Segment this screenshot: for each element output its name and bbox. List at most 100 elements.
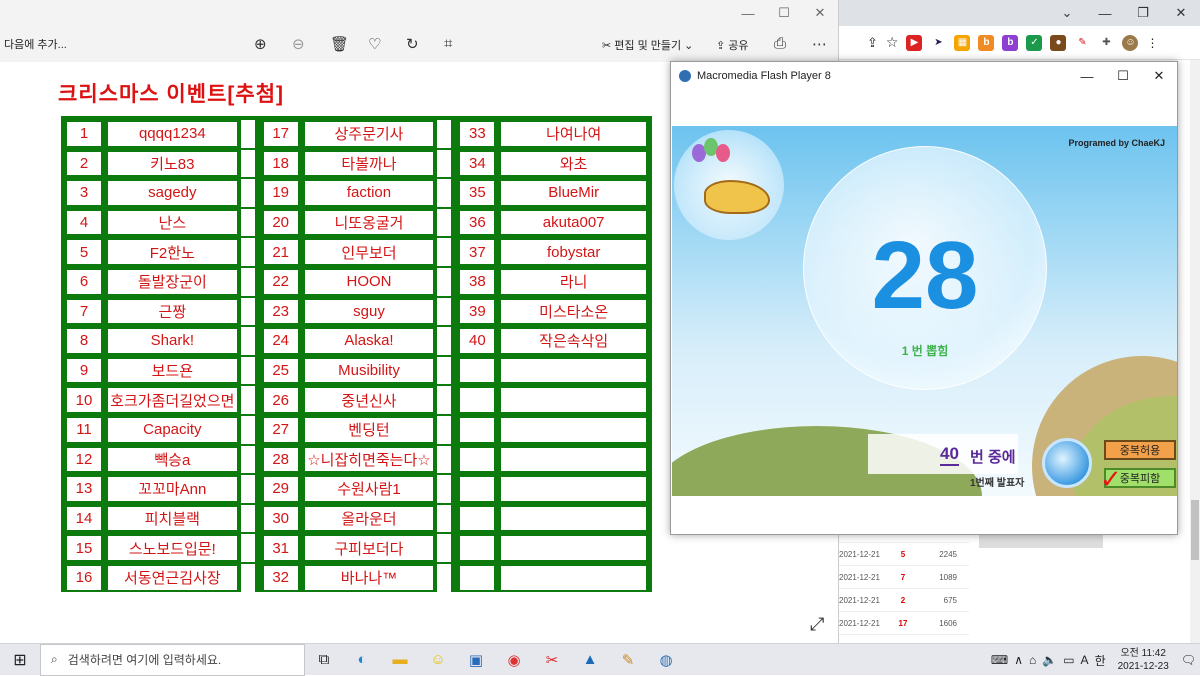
list-item[interactable]: 2021-12-21 7 1089 bbox=[839, 566, 969, 589]
flash-player-taskbar-icon[interactable]: ◍ bbox=[647, 651, 685, 669]
total-entries-input[interactable]: 40 bbox=[940, 444, 959, 466]
paint-app-icon[interactable]: ✎ bbox=[609, 651, 647, 669]
edge-browser-icon[interactable]: ◐ bbox=[343, 651, 381, 668]
flash-minimize-button[interactable]: — bbox=[1069, 62, 1105, 90]
extension-icon[interactable]: ● bbox=[1050, 34, 1067, 51]
table-row: 10 호크가좀더길었으면 bbox=[64, 385, 256, 415]
edit-create-label: 편집 및 만들기 bbox=[614, 40, 682, 52]
entry-name: HOON bbox=[302, 267, 436, 296]
taskbar-search-input[interactable]: ⌕ 검색하려면 여기에 입력하세요. bbox=[40, 643, 305, 676]
app-icon[interactable]: ▣ bbox=[457, 651, 495, 669]
share-button[interactable]: ⇪ 공유 bbox=[716, 37, 749, 53]
flash-maximize-button[interactable]: ☐ bbox=[1105, 62, 1141, 90]
table-row: 39 미스타소온 bbox=[457, 297, 649, 327]
extension-icon[interactable]: b bbox=[1002, 34, 1019, 51]
entry-name: Capacity bbox=[106, 415, 239, 444]
file-explorer-icon[interactable]: ▬ bbox=[381, 651, 419, 668]
entry-number: 6 bbox=[65, 267, 103, 296]
favorite-heart-icon[interactable]: ♡ bbox=[368, 35, 381, 53]
allow-duplicate-button[interactable]: 중복허용 bbox=[1104, 440, 1176, 460]
browser-chevron-icon[interactable]: ⌄ bbox=[1048, 5, 1086, 21]
separator-cell bbox=[240, 238, 255, 266]
task-view-icon[interactable]: ⧉ bbox=[305, 651, 343, 668]
photos-titlebar: — ☐ ✕ bbox=[0, 0, 838, 26]
entry-name: 니또옹굴거 bbox=[302, 208, 436, 237]
rotate-icon[interactable]: ↻ bbox=[406, 35, 419, 53]
add-to-button[interactable]: 다음에 추가... bbox=[4, 36, 67, 52]
tray-chevron-icon[interactable]: ∧ bbox=[1014, 653, 1023, 667]
extension-icon[interactable]: ▶ bbox=[906, 34, 923, 51]
more-options-icon[interactable]: ⋯ bbox=[812, 35, 827, 53]
crop-icon[interactable]: ⌗ bbox=[444, 35, 452, 52]
notifications-icon[interactable]: 🗨 bbox=[1181, 653, 1196, 667]
extension-icon[interactable]: ✓ bbox=[1026, 34, 1043, 51]
photos-maximize-button[interactable]: ☐ bbox=[766, 5, 802, 21]
photos-app-icon[interactable]: ▲ bbox=[571, 651, 609, 668]
extension-icon[interactable]: b bbox=[978, 34, 995, 51]
zoom-out-icon[interactable]: ⊖ bbox=[292, 35, 305, 53]
expand-icon[interactable]: ⤢ bbox=[810, 614, 824, 635]
browser-menu-icon[interactable]: ⋮ bbox=[1146, 36, 1158, 50]
snipping-tool-icon[interactable]: ✂ bbox=[533, 651, 571, 669]
entry-name: F2한노 bbox=[106, 238, 239, 266]
photos-minimize-button[interactable]: — bbox=[730, 6, 766, 21]
edit-create-button[interactable]: ✂ 편집 및 만들기 ⌄ bbox=[602, 37, 693, 53]
extensions-puzzle-icon[interactable]: ✚ bbox=[1098, 34, 1115, 51]
keyboard-icon[interactable]: ⌨ bbox=[991, 653, 1008, 667]
presenter-text: 1번째 발표자 bbox=[970, 478, 1025, 489]
entry-name: 바나나™ bbox=[302, 563, 436, 592]
entry-number: 30 bbox=[261, 504, 300, 533]
list-item[interactable]: 2021-12-21 17 1606 bbox=[839, 612, 969, 635]
entry-number bbox=[458, 445, 497, 474]
volume-icon[interactable]: 🔈 bbox=[1042, 653, 1057, 667]
delete-icon[interactable]: 🗑 bbox=[330, 35, 349, 53]
flash-close-button[interactable]: ✕ bbox=[1141, 62, 1177, 90]
browser-minimize-button[interactable]: — bbox=[1086, 6, 1124, 21]
balloon-giraffe-illustration bbox=[674, 130, 784, 240]
list-item[interactable]: 2021-12-21 2 675 bbox=[839, 589, 969, 612]
separator-cell bbox=[437, 297, 452, 326]
table-row: 2 키노83 bbox=[64, 149, 256, 179]
entry-name: 벤딩턴 bbox=[302, 415, 436, 444]
entry-number bbox=[458, 356, 497, 385]
entry-name: sagedy bbox=[106, 179, 239, 207]
entry-name: Shark! bbox=[106, 327, 239, 355]
extension-icon[interactable]: ✎ bbox=[1074, 34, 1091, 51]
browser-toolbar: ⇪ ☆ ▶ ➤ ▦ b b ✓ ● ✎ ✚ ☺ ⋮ bbox=[839, 26, 1200, 60]
language-indicator[interactable]: 한 bbox=[1095, 652, 1106, 669]
table-row bbox=[457, 563, 649, 593]
table-row: 8 Shark! bbox=[64, 326, 256, 356]
entry-name bbox=[499, 445, 648, 474]
table-row: 36 akuta007 bbox=[457, 208, 649, 238]
chrome-browser-icon[interactable]: ◉ bbox=[495, 651, 533, 669]
entry-number bbox=[458, 563, 497, 592]
windows-start-icon[interactable]: ⊞ bbox=[0, 650, 40, 670]
battery-icon[interactable]: ▭ bbox=[1063, 653, 1074, 667]
clock[interactable]: 오전 11:42 2021-12-23 bbox=[1118, 647, 1169, 673]
table-row: 6 돌발장군이 bbox=[64, 267, 256, 297]
photos-close-button[interactable]: ✕ bbox=[802, 5, 838, 21]
table-row: 30 올라운더 bbox=[261, 504, 453, 534]
extension-icon[interactable]: ➤ bbox=[930, 34, 947, 51]
network-icon[interactable]: ⌂ bbox=[1029, 653, 1036, 667]
bookmark-star-icon[interactable]: ☆ bbox=[886, 34, 899, 51]
browser-scrollbar[interactable] bbox=[1190, 60, 1200, 643]
entry-number: 32 bbox=[261, 563, 300, 592]
extension-icon[interactable]: ▦ bbox=[954, 34, 971, 51]
entry-number: 8 bbox=[65, 327, 103, 355]
entry-name bbox=[499, 534, 648, 562]
entry-name bbox=[499, 475, 648, 503]
entry-name: akuta007 bbox=[499, 208, 648, 237]
share-page-icon[interactable]: ⇪ bbox=[867, 35, 878, 51]
ime-mode-indicator[interactable]: A bbox=[1081, 653, 1089, 667]
browser-close-button[interactable]: ✕ bbox=[1162, 5, 1200, 21]
list-item[interactable]: 2021-12-21 5 2245 bbox=[839, 543, 969, 566]
entries-column: 1 qqqq1234 2 키노83 3 sagedy 4 난스 5 F2한노 6 돌발장군이 7 근짱 8 S… bbox=[64, 119, 256, 593]
smiley-app-icon[interactable]: ☺ bbox=[419, 651, 457, 668]
profile-avatar[interactable]: ☺ bbox=[1122, 34, 1139, 51]
print-icon[interactable]: ⎙ bbox=[774, 35, 786, 52]
scrollbar-thumb[interactable] bbox=[1191, 500, 1199, 560]
zoom-in-icon[interactable]: ⊕ bbox=[254, 35, 267, 53]
browser-maximize-button[interactable]: ❐ bbox=[1124, 5, 1162, 21]
draw-button[interactable] bbox=[1042, 438, 1092, 488]
